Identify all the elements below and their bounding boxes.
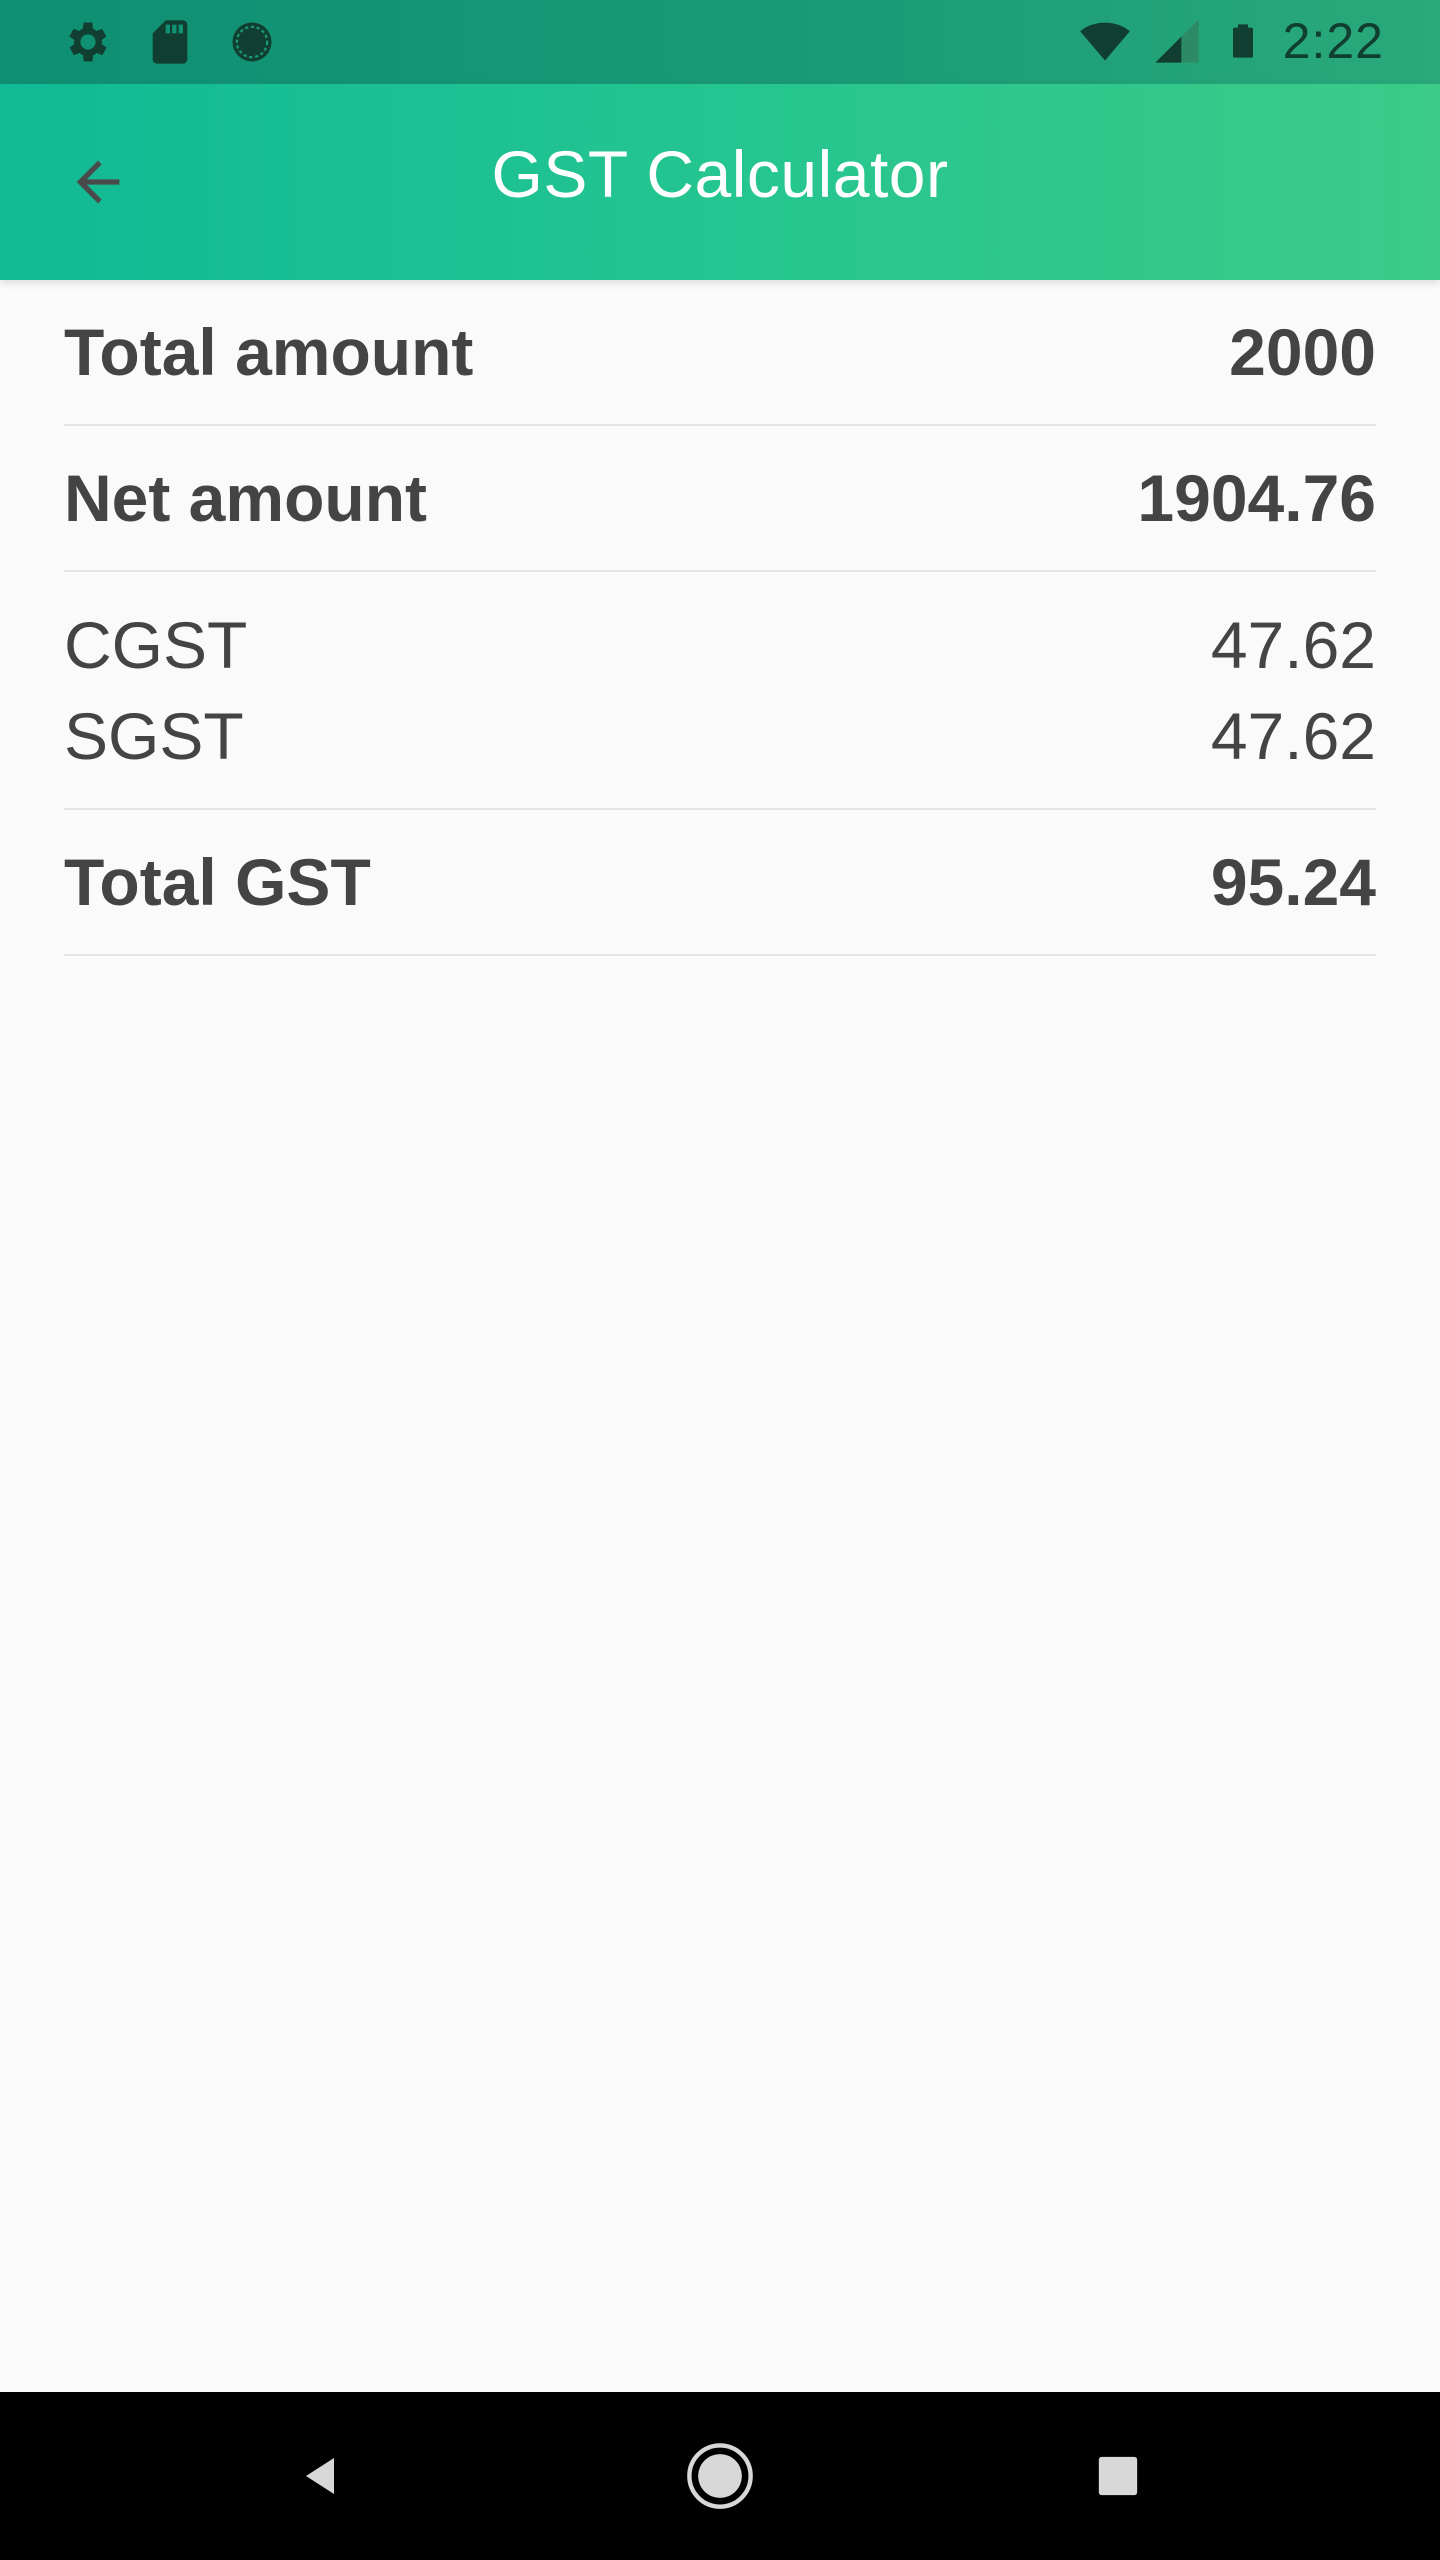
total-gst-label: Total GST xyxy=(64,845,371,919)
sd-card-icon xyxy=(152,20,188,64)
battery-icon xyxy=(1232,24,1253,58)
cgst-label: CGST xyxy=(64,607,248,682)
sgst-label: SGST xyxy=(64,698,244,773)
back-triangle-icon xyxy=(306,2458,334,2494)
gear-icon xyxy=(69,22,107,62)
net-amount-label: Net amount xyxy=(64,461,427,535)
total-amount-value: 2000 xyxy=(1229,315,1376,389)
total-gst-value: 95.24 xyxy=(1210,845,1376,919)
nav-recents-button[interactable] xyxy=(1070,2428,1166,2524)
total-amount-row: Total amount 2000 xyxy=(64,280,1376,426)
nav-home-button[interactable] xyxy=(672,2428,768,2524)
status-right-icons: 2:22 xyxy=(1079,12,1384,70)
net-amount-row: Net amount 1904.76 xyxy=(64,426,1376,572)
sync-icon xyxy=(232,22,272,62)
cgst-row: CGST 47.62 xyxy=(64,599,1376,690)
status-left-icons xyxy=(62,16,278,68)
sgst-value: 47.62 xyxy=(1210,698,1376,773)
cgst-value: 47.62 xyxy=(1210,607,1376,682)
system-nav-bar xyxy=(0,2392,1440,2560)
page-title: GST Calculator xyxy=(491,137,949,211)
gst-results: Total amount 2000 Net amount 1904.76 CGS… xyxy=(64,280,1376,956)
nav-back-button[interactable] xyxy=(274,2428,370,2524)
signal-icon xyxy=(1155,19,1199,63)
total-amount-label: Total amount xyxy=(64,315,474,389)
sgst-row: SGST 47.62 xyxy=(64,690,1376,781)
status-time: 2:22 xyxy=(1282,13,1384,69)
net-amount-value: 1904.76 xyxy=(1137,461,1376,535)
wifi-icon xyxy=(1079,22,1130,61)
app-bar: GST Calculator xyxy=(0,84,1440,280)
tax-breakdown: CGST 47.62 SGST 47.62 xyxy=(64,572,1376,810)
total-gst-row: Total GST 95.24 xyxy=(64,810,1376,956)
home-circle-icon xyxy=(687,2443,753,2509)
recents-square-icon xyxy=(1098,2456,1138,2496)
status-bar: 2:22 xyxy=(0,0,1440,84)
